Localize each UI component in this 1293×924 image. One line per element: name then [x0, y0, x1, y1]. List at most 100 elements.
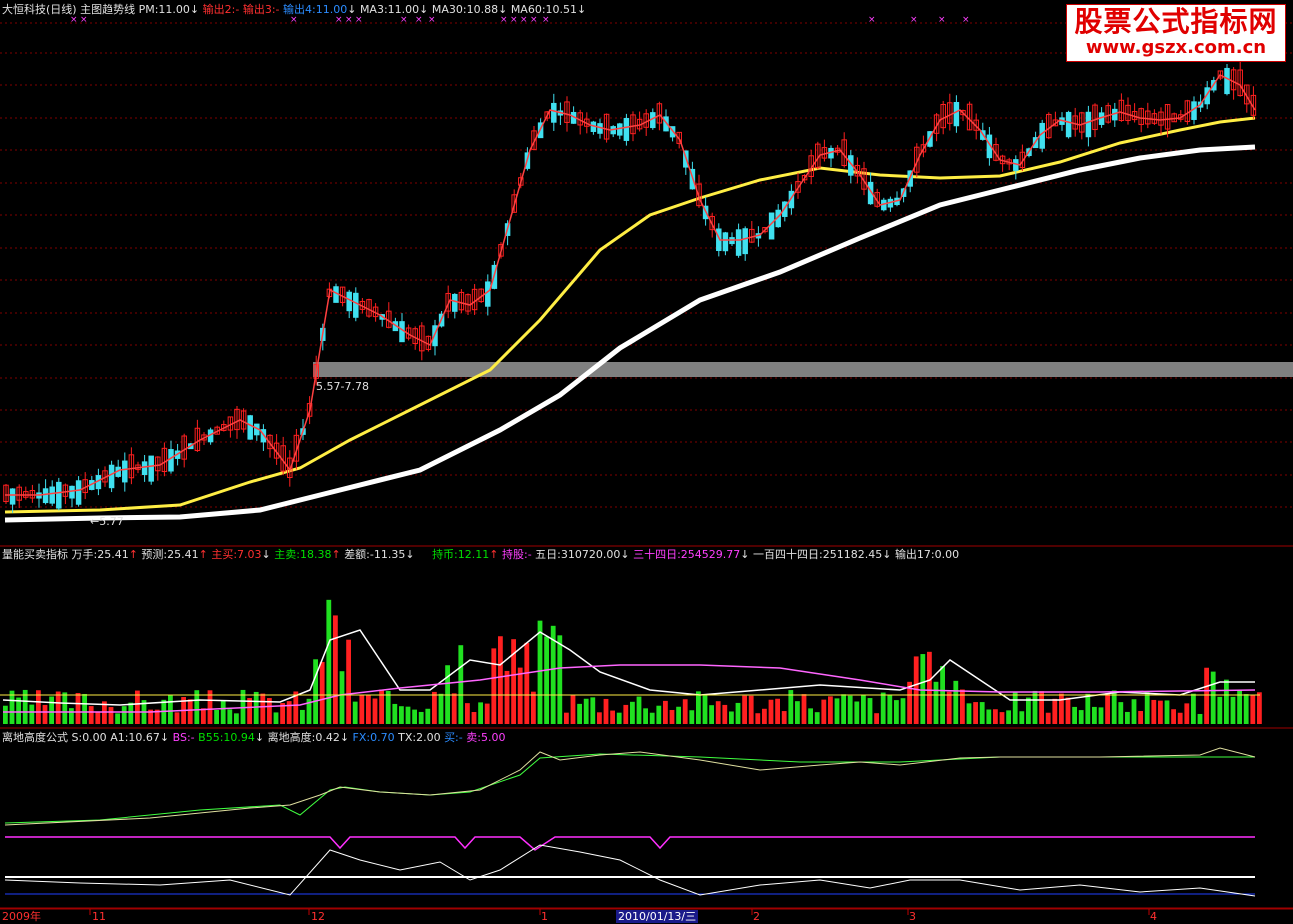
volume-bar — [795, 701, 800, 724]
volume-bar — [986, 709, 992, 724]
volume-bar — [128, 702, 134, 724]
volume-bar — [676, 706, 681, 724]
bs-line — [5, 836, 1255, 851]
volume-bar — [1012, 691, 1018, 724]
volume-bar — [1105, 693, 1110, 724]
ma60-line — [4, 144, 1256, 523]
arrow-up-icon: ↑ — [331, 548, 341, 561]
volume-bar — [821, 699, 827, 724]
volume-bar — [702, 695, 708, 724]
volume-bar — [385, 690, 391, 724]
volume-bar — [399, 706, 404, 724]
volume-bar — [1171, 709, 1176, 724]
output17-value: 输出17:0.00 — [894, 548, 960, 561]
volume-indicator-name[interactable]: 量能买卖指标 — [2, 548, 68, 561]
signal-mark: × — [345, 15, 353, 25]
s-value: S:0.00 — [71, 731, 107, 744]
arrow-down-icon: ↓ — [254, 731, 265, 744]
volume-bar — [273, 712, 279, 724]
volume-bar — [894, 700, 899, 724]
volume-bar — [115, 713, 120, 724]
volume-bar — [9, 690, 15, 724]
height-indicator-name[interactable]: 离地高度公式 — [2, 731, 68, 744]
height-header: 离地高度公式 S:0.00 A1:10.67↓ BS:- B55:10.94↓ … — [2, 731, 505, 744]
volume-bar — [339, 671, 345, 724]
output2-value: 输出2:- — [202, 3, 240, 16]
volume-bar — [465, 703, 470, 724]
volume-ma-white — [2, 629, 1255, 706]
main-buy-value: 主买:7.03 — [211, 548, 262, 561]
volume-bar — [993, 709, 998, 724]
candle-body — [168, 449, 174, 472]
volume-bar — [531, 691, 536, 724]
volume-bar — [300, 709, 305, 724]
signal-mark: × — [962, 15, 970, 25]
candle-body — [617, 123, 623, 136]
ma3-value: MA3:11.00 — [359, 3, 420, 16]
arrow-down-icon: ↓ — [189, 3, 200, 16]
volume-bar — [319, 661, 325, 724]
signal-mark: × — [910, 15, 918, 25]
volume-bar — [498, 636, 503, 724]
signal-mark: × — [70, 15, 78, 25]
volume-bar — [689, 710, 695, 724]
volume-bar — [768, 699, 774, 724]
ma60-path — [4, 144, 1256, 523]
volume-bar — [1224, 679, 1229, 724]
candle-body — [148, 455, 154, 482]
volume-bar — [1045, 712, 1051, 724]
volume-bar — [630, 701, 635, 724]
volume-bar — [1059, 693, 1064, 724]
volume-bar — [801, 694, 807, 724]
volume-bars[interactable] — [3, 599, 1262, 724]
a1-value: A1:10.67 — [110, 731, 160, 744]
volume-bar — [900, 698, 906, 724]
volume-bar — [333, 615, 338, 724]
volume-bar — [75, 693, 81, 724]
signal-mark: × — [400, 15, 408, 25]
hold-cash-value: 持币:12.11 — [432, 548, 490, 561]
volume-bar — [649, 712, 655, 724]
stock-title[interactable]: 大恒科技(日线) — [2, 3, 77, 16]
volume-bar — [577, 703, 582, 724]
arrow-down-icon: ↓ — [159, 731, 170, 744]
volume-bar — [597, 712, 602, 724]
five-day-value: 五日:310720.00 — [535, 548, 621, 561]
volume-bar — [814, 712, 820, 724]
volume-bar — [1131, 699, 1137, 724]
volume-bar — [352, 701, 358, 724]
volume-bar — [544, 636, 549, 724]
volume-bar — [458, 645, 464, 724]
volume-bar — [1250, 695, 1256, 724]
fx-value: FX:0.70 — [352, 731, 395, 744]
volume-bar — [1151, 699, 1157, 724]
candle-body — [1065, 111, 1072, 138]
candle-body — [122, 460, 128, 483]
ma30-value: MA30:10.88 — [431, 3, 499, 16]
signal-mark: × — [415, 15, 423, 25]
volume-bar — [69, 708, 74, 724]
volume-bar — [1217, 696, 1223, 724]
arrow-down-icon: ↓ — [577, 3, 587, 16]
volume-bar — [1092, 706, 1097, 724]
chart-canvas[interactable]: × × × × × × × × × × × × × × × × × × — [0, 0, 1293, 924]
volume-bar — [174, 712, 180, 724]
site-watermark: 股票公式指标网 www.gszx.com.cn — [1066, 4, 1286, 62]
volume-bar — [1184, 703, 1190, 724]
axis-cursor-date[interactable]: 2010/01/13/三 — [616, 910, 699, 923]
volume-bar — [616, 712, 622, 724]
volume-bar — [55, 691, 61, 724]
volume-bar — [696, 691, 701, 724]
volume-bar — [590, 697, 596, 724]
volume-bar — [557, 635, 563, 724]
axis-label-jan: 1 — [541, 910, 548, 923]
volume-bar — [603, 698, 609, 724]
candle-body — [399, 321, 405, 343]
volume-bar — [1138, 710, 1143, 724]
volume-bar — [1158, 700, 1163, 724]
volume-bar — [372, 698, 378, 724]
signal-mark: × — [510, 15, 518, 25]
volume-bar — [121, 706, 127, 724]
hold-stock-value: 持股:- — [501, 548, 532, 561]
price-range-band — [313, 362, 1293, 377]
